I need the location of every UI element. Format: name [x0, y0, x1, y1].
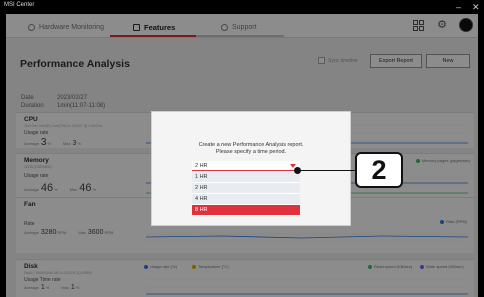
- close-button[interactable]: ✕: [472, 1, 480, 13]
- dialog-message-line2: Please specify a time period.: [215, 149, 287, 155]
- time-period-select[interactable]: 2 HR: [192, 161, 300, 171]
- time-period-options: 1 HR 2 HR 4 HR 8 HR: [192, 172, 300, 216]
- option-1hr[interactable]: 1 HR: [192, 172, 300, 183]
- callout-number-badge: 2: [355, 152, 403, 188]
- dialog-message-line1: Create a new Performance Analysis report…: [198, 142, 304, 148]
- app-window: Hardware Monitoring Features Support ⚙ P…: [6, 14, 478, 297]
- title-bar: MSI Center – ✕: [0, 0, 484, 14]
- app-title: MSI Center: [4, 2, 35, 8]
- dialog-message: Create a new Performance Analysis report…: [152, 142, 350, 156]
- option-2hr[interactable]: 2 HR: [192, 183, 300, 194]
- option-8hr[interactable]: 8 HR: [192, 205, 300, 216]
- callout-line: [297, 170, 355, 171]
- new-report-dialog: Create a new Performance Analysis report…: [151, 111, 351, 226]
- selected-value: 2 HR: [195, 163, 208, 169]
- minimize-button[interactable]: –: [456, 1, 461, 13]
- option-4hr[interactable]: 4 HR: [192, 194, 300, 205]
